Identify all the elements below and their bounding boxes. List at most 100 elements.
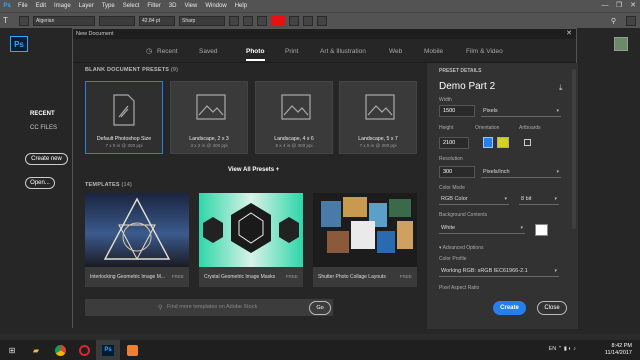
tab-mobile[interactable]: Mobile xyxy=(424,48,443,55)
taskbar-clock[interactable]: 8:42 PM 11/14/2017 xyxy=(605,343,632,357)
resolution-input[interactable]: 300 xyxy=(439,166,475,178)
menu-edit[interactable]: Edit xyxy=(32,3,50,9)
presets-area: BLANK DOCUMENT PRESETS (9) Default Photo… xyxy=(73,63,427,329)
tab-film-video[interactable]: Film & Video xyxy=(466,48,503,55)
close-icon[interactable]: ✕ xyxy=(626,0,640,12)
tab-art-illustration[interactable]: Art & Illustration xyxy=(320,48,366,55)
3d-icon[interactable] xyxy=(317,15,327,26)
view-all-presets-link[interactable]: View All Presets + xyxy=(228,167,279,173)
height-input[interactable]: 2100 xyxy=(439,137,469,149)
tab-web[interactable]: Web xyxy=(389,48,402,55)
preset-name: Landscape, 5 x 7 xyxy=(358,136,398,142)
menu-image[interactable]: Image xyxy=(50,3,75,9)
menu-layer[interactable]: Layer xyxy=(75,3,98,9)
opera-icon[interactable] xyxy=(72,340,96,360)
width-input[interactable]: 1500 xyxy=(439,105,475,117)
menu-view[interactable]: View xyxy=(180,3,201,9)
menu-window[interactable]: Window xyxy=(201,3,230,9)
options-bar: T Algerian 42.84 pt Sharp ⚲ xyxy=(0,12,640,28)
preset-name: Landscape, 2 x 3 xyxy=(189,136,229,142)
orientation-toggle[interactable] xyxy=(19,15,29,26)
avatar[interactable] xyxy=(614,37,628,51)
color-profile-select[interactable]: Working RGB: sRGB IEC61966-2.1 ▾ xyxy=(439,265,559,277)
stock-search-input[interactable]: Find more templates on Adobe Stock xyxy=(85,299,333,316)
restore-icon[interactable]: ❐ xyxy=(612,0,626,12)
advanced-options-toggle[interactable]: ▾ Advanced Options xyxy=(439,245,483,251)
close-button[interactable]: Close xyxy=(537,301,567,315)
system-tray[interactable]: EN ⌃ ▮ ◐ ♪ xyxy=(549,346,576,352)
landscape-orientation-button[interactable] xyxy=(497,137,509,148)
open-button[interactable]: Open... xyxy=(25,177,55,189)
menu-filter[interactable]: Filter xyxy=(143,3,164,9)
document-name-field[interactable]: Demo Part 2 xyxy=(439,81,495,92)
menu-file[interactable]: File xyxy=(14,3,32,9)
free-badge: FREE xyxy=(171,274,184,279)
menu-type[interactable]: Type xyxy=(98,3,119,9)
scrollbar[interactable] xyxy=(572,69,576,229)
create-button[interactable]: Create xyxy=(493,301,526,315)
artboards-label: Artboards xyxy=(519,125,541,131)
preset-card[interactable]: Default Photoshop Size 7 x 5 in @ 300 pp… xyxy=(85,81,163,154)
template-thumbnail xyxy=(85,193,189,267)
width-unit-select[interactable]: Pixels ▾ xyxy=(481,105,561,117)
template-name: Shutter Photo Collage Layouts xyxy=(318,274,386,280)
align-left-icon[interactable] xyxy=(229,15,239,26)
background-label: Background Contents xyxy=(439,212,488,218)
text-color-swatch[interactable] xyxy=(271,15,285,26)
template-name: Crystal Geometric Image Masks xyxy=(204,274,276,280)
preset-card[interactable]: Landscape, 2 x 3 3 x 2 in @ 300 ppi xyxy=(170,81,248,154)
tab-print[interactable]: Print xyxy=(285,48,298,55)
antialias-select[interactable]: Sharp xyxy=(179,15,225,26)
artboards-checkbox[interactable] xyxy=(524,139,531,146)
font-family-select[interactable]: Algerian xyxy=(33,15,95,26)
character-panel-icon[interactable] xyxy=(303,15,313,26)
folder-icon[interactable]: ▰ xyxy=(24,340,48,360)
height-label: Height xyxy=(439,125,454,131)
home-recent-label[interactable]: RECENT xyxy=(30,111,55,117)
minimize-icon[interactable]: — xyxy=(598,0,612,12)
type-tool-icon[interactable]: T xyxy=(3,16,15,25)
photoshop-home-logo-icon: Ps xyxy=(10,36,28,52)
search-icon[interactable]: ⚲ xyxy=(611,17,616,25)
menu-3d[interactable]: 3D xyxy=(165,3,181,9)
resolution-label: Resolution xyxy=(439,156,463,162)
home-cc-files-label[interactable]: CC FILES xyxy=(30,125,57,131)
align-center-icon[interactable] xyxy=(243,15,253,26)
paint-icon[interactable] xyxy=(120,340,144,360)
photoshop-taskbar-icon[interactable]: Ps xyxy=(96,340,120,360)
tab-saved[interactable]: Saved xyxy=(199,48,217,55)
save-preset-icon[interactable]: ⤓ xyxy=(559,83,563,93)
preset-card[interactable]: Landscape, 5 x 7 7 x 5 in @ 300 ppi xyxy=(339,81,417,154)
chrome-icon[interactable] xyxy=(48,340,72,360)
font-style-select[interactable] xyxy=(99,15,135,26)
color-mode-label: Color Mode xyxy=(439,185,465,191)
active-tab-indicator xyxy=(246,59,265,61)
windows-start-icon[interactable]: ⊞ xyxy=(0,340,24,360)
dialog-close-icon[interactable]: ✕ xyxy=(566,29,572,39)
template-card[interactable]: Interlocking Geometric Image M... FREE xyxy=(85,193,189,287)
background-select[interactable]: White ▾ xyxy=(439,222,525,234)
preset-dims: 7 x 5 in @ 300 ppi xyxy=(105,143,143,148)
template-card[interactable]: Shutter Photo Collage Layouts FREE xyxy=(313,193,417,287)
templates-heading: TEMPLATES (14) xyxy=(85,182,133,188)
preset-dims: 3 x 2 in @ 300 ppi xyxy=(190,143,228,148)
color-mode-select[interactable]: RGB Color ▾ xyxy=(439,193,509,205)
portrait-orientation-button[interactable] xyxy=(483,137,493,148)
menu-help[interactable]: Help xyxy=(231,3,251,9)
align-right-icon[interactable] xyxy=(257,15,267,26)
font-size-field[interactable]: 42.84 pt xyxy=(139,15,175,26)
preset-name: Landscape, 4 x 6 xyxy=(274,136,314,142)
menu-select[interactable]: Select xyxy=(119,3,144,9)
resolution-unit-select[interactable]: Pixels/Inch ▾ xyxy=(481,166,561,178)
tab-photo[interactable]: Photo xyxy=(246,48,264,55)
go-button[interactable]: Go xyxy=(309,301,331,315)
tab-recent[interactable]: Recent xyxy=(157,48,178,55)
image-icon xyxy=(281,94,311,120)
bit-depth-select[interactable]: 8 bit ▾ xyxy=(519,193,559,205)
workspace-icon[interactable] xyxy=(626,15,636,26)
background-color-swatch[interactable] xyxy=(535,224,548,236)
preset-card[interactable]: Landscape, 4 x 6 6 x 4 in @ 300 ppi xyxy=(255,81,333,154)
create-new-button[interactable]: Create new xyxy=(25,153,68,165)
warp-text-icon[interactable] xyxy=(289,15,299,26)
template-card[interactable]: Crystal Geometric Image Masks FREE xyxy=(199,193,303,287)
